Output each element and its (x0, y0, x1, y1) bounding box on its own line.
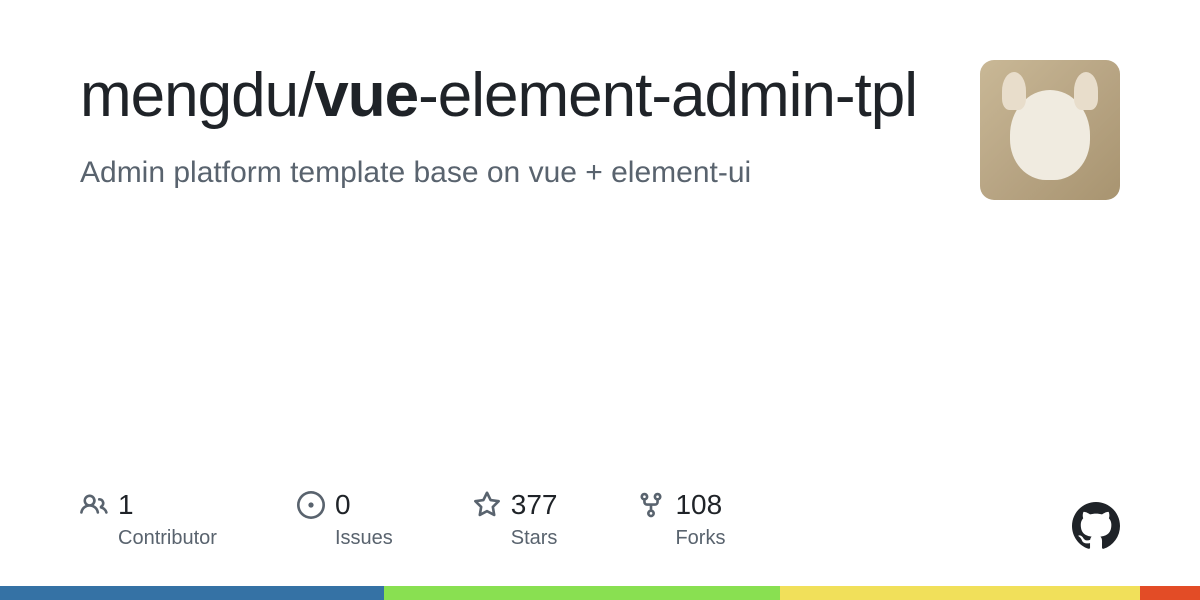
issue-icon (297, 491, 325, 519)
stars-value: 377 (511, 489, 558, 521)
repo-title: mengdu/vue-element-admin-tpl (80, 60, 940, 131)
language-bar (0, 586, 1200, 600)
contributors-value: 1 (118, 489, 134, 521)
stars-label: Stars (511, 527, 558, 550)
language-segment (0, 586, 384, 600)
stats-list: 1 Contributor 0 Issues 377 Stars (80, 489, 725, 550)
forks-label: Forks (675, 527, 725, 550)
fork-icon (637, 491, 665, 519)
language-segment (1140, 586, 1200, 600)
issues-label: Issues (335, 527, 393, 550)
stat-forks[interactable]: 108 Forks (637, 489, 725, 550)
github-logo-icon[interactable] (1072, 502, 1120, 550)
stat-contributors[interactable]: 1 Contributor (80, 489, 217, 550)
issues-value: 0 (335, 489, 351, 521)
star-icon (473, 491, 501, 519)
repo-description: Admin platform template base on vue + el… (80, 153, 940, 192)
language-segment (384, 586, 780, 600)
language-segment (780, 586, 1140, 600)
stat-stars[interactable]: 377 Stars (473, 489, 558, 550)
avatar[interactable] (980, 60, 1120, 200)
people-icon (80, 491, 108, 519)
stat-issues[interactable]: 0 Issues (297, 489, 393, 550)
forks-value: 108 (675, 489, 722, 521)
repo-name-rest[interactable]: -element-admin-tpl (418, 61, 917, 130)
contributors-label: Contributor (118, 527, 217, 550)
repo-name-bold[interactable]: vue (314, 61, 418, 130)
repo-owner[interactable]: mengdu (80, 61, 298, 130)
repo-separator: / (298, 61, 314, 130)
